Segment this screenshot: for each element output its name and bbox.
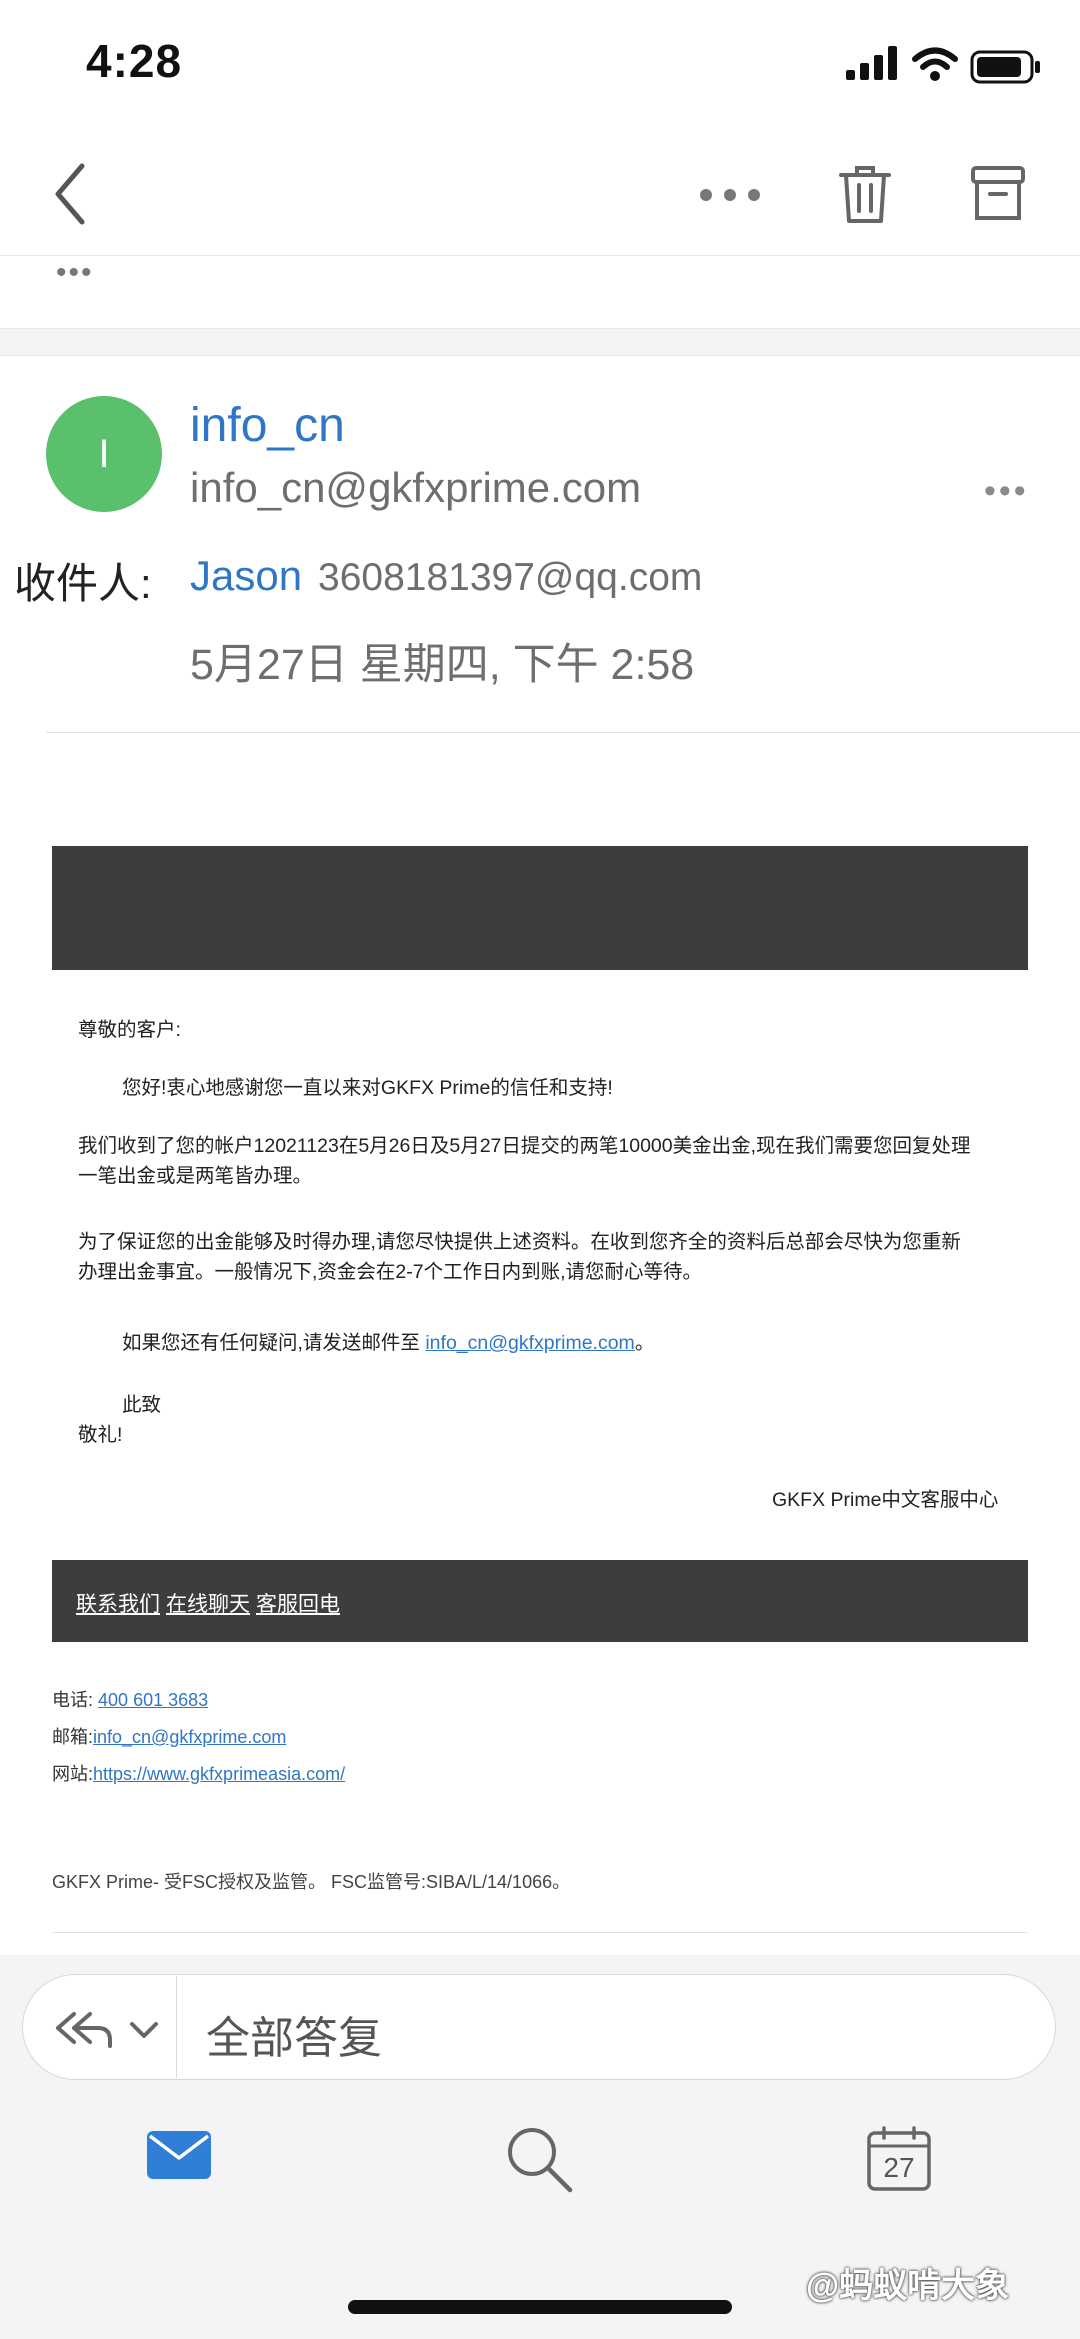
wifi-icon — [912, 47, 958, 81]
cellular-signal-icon — [846, 46, 897, 80]
legal-notice: GKFX Prime- 受FSC授权及监管。 FSC监管号:SIBA/L/14/… — [52, 1872, 571, 1892]
recipient-name[interactable]: Jason — [190, 552, 302, 600]
battery-icon — [970, 50, 1040, 84]
mail-label: 邮箱: — [52, 1727, 94, 1747]
message-more-icon[interactable]: ••• — [984, 472, 1029, 511]
body-divider — [52, 1932, 1028, 1933]
instruction-paragraph-line2: 办理出金事宜。一般情况下,资金会在2-7个工作日内到账,请您耐心等待。 — [78, 1261, 703, 1283]
reply-all-icon — [56, 2012, 158, 2048]
reply-options-button[interactable] — [52, 2004, 162, 2057]
mail-icon — [147, 2131, 211, 2179]
home-indicator[interactable] — [348, 2300, 732, 2314]
chevron-down-icon — [130, 2022, 158, 2038]
mail-line: 邮箱:info_cn@gkfxprime.com — [52, 1723, 286, 1749]
recipient-email: 3608181397@qq.com — [318, 556, 703, 599]
sender-avatar: I — [46, 396, 162, 512]
tab-calendar[interactable]: 27 — [866, 2126, 932, 2197]
collapsed-thread-dots-icon[interactable]: ••• — [56, 256, 94, 290]
back-button[interactable] — [40, 154, 100, 234]
status-time: 4:28 — [86, 35, 183, 87]
email-date: 5月27日 星期四, 下午 2:58 — [190, 641, 695, 689]
reply-all-button[interactable] — [22, 1974, 1056, 2080]
online-chat-link[interactable]: 在线聊天 — [166, 1593, 250, 1616]
watermark-text: @蚂蚁啃大象 — [806, 2267, 1010, 2305]
sender-name[interactable]: info_cn — [190, 398, 345, 453]
closing-line1: 此致 — [122, 1394, 162, 1416]
callback-link[interactable]: 客服回电 — [256, 1593, 340, 1616]
thread-separator — [0, 328, 1080, 356]
reply-all-label[interactable]: 全部答复 — [206, 2002, 382, 2066]
footer-links: 联系我们 在线聊天 客服回电 — [76, 1588, 346, 1618]
withdrawal-paragraph-line2: 一笔出金或是两笔皆办理。 — [78, 1165, 313, 1187]
recipient-label: 收件人: — [14, 560, 152, 607]
more-options-button[interactable] — [690, 170, 770, 220]
contact-paragraph: 如果您还有任何疑问,请发送邮件至 info_cn@gkfxprime.com。 — [122, 1328, 654, 1358]
withdrawal-paragraph-line1: 我们收到了您的帐户12021123在5月26日及5月27日提交的两笔10000美… — [78, 1135, 971, 1157]
archive-icon — [971, 166, 1025, 220]
mail-link[interactable]: info_cn@gkfxprime.com — [93, 1727, 286, 1747]
header-divider — [46, 732, 1080, 733]
closing-line2: 敬礼! — [78, 1424, 123, 1446]
delete-button[interactable] — [830, 154, 900, 234]
search-icon — [508, 2128, 573, 2193]
mail-toolbar — [0, 150, 1080, 256]
reply-divider — [176, 1976, 177, 2078]
intro-paragraph: 您好!衷心地感谢您一直以来对GKFX Prime的信任和支持! — [122, 1077, 613, 1099]
website-link[interactable]: https://www.gkfxprimeasia.com/ — [93, 1764, 345, 1784]
greeting-text: 尊敬的客户: — [78, 1019, 181, 1041]
website-line: 网站:https://www.gkfxprimeasia.com/ — [52, 1760, 345, 1786]
tab-search[interactable] — [504, 2124, 574, 2199]
calendar-day: 27 — [883, 2152, 915, 2183]
website-label: 网站: — [52, 1764, 94, 1784]
support-email-link[interactable]: info_cn@gkfxprime.com — [425, 1332, 634, 1354]
email-header-banner — [52, 846, 1028, 970]
contact-us-link[interactable]: 联系我们 — [76, 1593, 160, 1616]
sender-email: info_cn@gkfxprime.com — [190, 464, 642, 511]
phone-line: 电话: 400 601 3683 — [52, 1686, 208, 1712]
tab-mail[interactable] — [146, 2130, 212, 2185]
archive-button[interactable] — [962, 154, 1034, 234]
ellipsis-icon — [700, 189, 760, 201]
contact-paragraph-suffix: 。 — [634, 1332, 655, 1354]
phone-label: 电话: — [52, 1690, 94, 1710]
signature-text: GKFX Prime中文客服中心 — [772, 1489, 999, 1511]
chevron-left-icon — [55, 163, 85, 225]
phone-link[interactable]: 400 601 3683 — [98, 1690, 208, 1710]
trash-icon — [839, 166, 891, 223]
instruction-paragraph-line1: 为了保证您的出金能够及时得办理,请您尽快提供上述资料。在收到您齐全的资料后总部会… — [78, 1231, 961, 1253]
contact-paragraph-prefix: 如果您还有任何疑问,请发送邮件至 — [122, 1332, 426, 1354]
